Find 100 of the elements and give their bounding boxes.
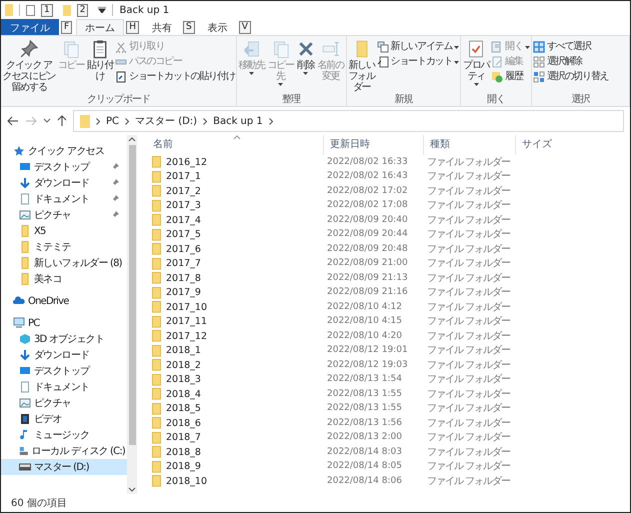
ribbon-tab[interactable]: ホーム <box>76 19 124 35</box>
file-name[interactable]: 2018_10 <box>147 474 323 488</box>
column-header[interactable]: 更新日時 <box>323 135 423 155</box>
move-icon <box>242 39 262 59</box>
forward-button[interactable] <box>25 116 37 126</box>
file-name[interactable]: 2017_12 <box>147 330 323 343</box>
ribbon-tab[interactable]: 共有 <box>142 19 181 35</box>
folder-icon <box>5 4 13 16</box>
file-name[interactable]: 2017_1 <box>147 170 323 184</box>
drive-icon <box>19 445 29 457</box>
document-icon[interactable] <box>26 4 35 16</box>
scrollbar[interactable] <box>127 135 137 494</box>
file-name[interactable]: 2016_12 <box>147 156 323 169</box>
file-name[interactable]: 2017_5 <box>147 228 323 242</box>
file-name[interactable]: 2017_7 <box>147 257 323 270</box>
ribbon-button[interactable]: 履歴 <box>491 70 530 84</box>
file-name[interactable]: 2017_10 <box>147 300 323 314</box>
file-name[interactable]: 2018_9 <box>147 460 323 474</box>
file-name[interactable]: 2017_9 <box>147 286 323 300</box>
scrollbar-thumb[interactable] <box>128 145 136 445</box>
back-button[interactable] <box>7 116 19 126</box>
key-tip: H <box>126 20 139 34</box>
file-name[interactable]: 2018_6 <box>147 416 323 430</box>
item-count: 60 個の項目 <box>11 497 67 510</box>
sidebar-item[interactable]: ピクチャ <box>1 207 127 223</box>
column-header[interactable]: サイズ <box>515 135 575 155</box>
column-header[interactable]: 種類 <box>423 135 515 155</box>
ribbon-button[interactable]: 選択解除 <box>532 55 608 69</box>
folder-icon <box>152 286 161 299</box>
ribbon-button[interactable]: 新しいアイテム <box>376 40 460 54</box>
file-name[interactable]: 2017_3 <box>147 199 323 212</box>
file-name[interactable]: 2017_6 <box>147 242 323 256</box>
sidebar-item[interactable]: デスクトップ <box>1 159 127 175</box>
sidebar-item[interactable]: 新しいフォルダー (8) <box>1 255 127 271</box>
file-type: ファイル フォルダー <box>426 272 512 285</box>
key-tip: V <box>238 20 251 34</box>
ribbon-button[interactable]: プロパティ <box>462 39 490 86</box>
file-tab[interactable]: ファイル <box>1 19 59 35</box>
ribbon-button[interactable]: 削除 <box>296 39 316 75</box>
cube-icon <box>19 333 31 345</box>
file-name[interactable]: 2018_3 <box>147 373 323 386</box>
file-type: ファイル フォルダー <box>426 184 512 198</box>
column-header[interactable]: 名前 <box>147 135 323 155</box>
ribbon-tab[interactable]: 表示 <box>198 19 237 35</box>
sidebar-item[interactable]: ピクチャ <box>1 395 127 411</box>
ribbon-button[interactable]: クイック アクセスにピン留めする <box>2 39 56 93</box>
sidebar-item[interactable]: OneDrive <box>1 293 127 309</box>
address-bar[interactable]: PC マスター (D:) Back up 1 <box>73 110 624 132</box>
ribbon-button[interactable]: ショートカット <box>376 55 460 69</box>
sidebar-item[interactable]: ダウンロード <box>1 175 127 191</box>
file-name[interactable]: 2017_2 <box>147 184 323 198</box>
folder-icon <box>152 316 161 328</box>
sidebar-item[interactable]: 3D オブジェクト <box>1 331 127 347</box>
file-name[interactable]: 2018_8 <box>147 446 323 459</box>
caret-icon[interactable] <box>98 7 106 13</box>
recent-locations-button[interactable] <box>43 118 51 124</box>
sidebar-item[interactable]: ビデオ <box>1 411 127 427</box>
sidebar-item[interactable]: デスクトップ <box>1 363 127 379</box>
ribbon-button[interactable]: すべて選択 <box>532 40 608 54</box>
sidebar-item[interactable]: X5 <box>1 223 127 239</box>
file-type: ファイル フォルダー <box>426 286 512 300</box>
document-icon <box>19 193 31 205</box>
file-name[interactable]: 2018_2 <box>147 358 323 372</box>
breadcrumb[interactable]: Back up 1 <box>213 116 263 126</box>
sidebar-item[interactable]: マスター (D:) <box>1 459 127 475</box>
key-tip: 1 <box>41 4 53 16</box>
ribbon-button[interactable]: ショートカットの貼り付け <box>115 70 235 84</box>
breadcrumb[interactable]: マスター (D:) <box>135 114 198 128</box>
file-type: ファイル フォルダー <box>426 330 512 343</box>
ribbon-button[interactable]: 新しいフォルダー <box>348 39 376 93</box>
file-name[interactable]: 2017_11 <box>147 315 323 328</box>
folder-icon <box>19 273 31 285</box>
up-button[interactable] <box>57 115 67 127</box>
folder-icon <box>152 460 161 473</box>
sidebar-item[interactable]: ローカル ディスク (C:) <box>1 443 127 459</box>
sidebar-item[interactable]: ミテミテ <box>1 239 127 255</box>
modified-date: 2022/08/09 20:48 <box>326 242 409 256</box>
key-tip: 2 <box>76 4 88 16</box>
file-name[interactable]: 2018_5 <box>147 402 323 416</box>
breadcrumb[interactable]: PC <box>106 116 120 126</box>
file-name[interactable]: 2018_1 <box>147 344 323 358</box>
sidebar-item[interactable]: ドキュメント <box>1 191 127 207</box>
sidebar-item[interactable]: ダウンロード <box>1 347 127 363</box>
sidebar-item[interactable]: ドキュメント <box>1 379 127 395</box>
sidebar-item[interactable]: 美ネコ <box>1 271 127 287</box>
sidebar-item[interactable]: PC <box>1 315 127 331</box>
sidebar-item[interactable]: クイック アクセス <box>1 143 127 159</box>
file-name[interactable]: 2017_8 <box>147 272 323 285</box>
file-name[interactable]: 2018_7 <box>147 431 323 444</box>
modified-date: 2022/08/09 21:16 <box>326 286 409 300</box>
sidebar-item[interactable]: ミュージック <box>1 427 127 443</box>
monitor-icon <box>19 365 31 377</box>
folder-icon <box>152 185 161 198</box>
file-type: ファイル フォルダー <box>426 446 512 459</box>
ribbon-button[interactable]: 貼り付け <box>86 39 114 82</box>
file-name[interactable]: 2017_4 <box>147 214 323 227</box>
pin-icon <box>111 163 119 171</box>
ribbon-button[interactable]: 選択の切り替え <box>532 70 608 84</box>
file-name[interactable]: 2018_4 <box>147 388 323 401</box>
caret-icon <box>454 60 460 64</box>
